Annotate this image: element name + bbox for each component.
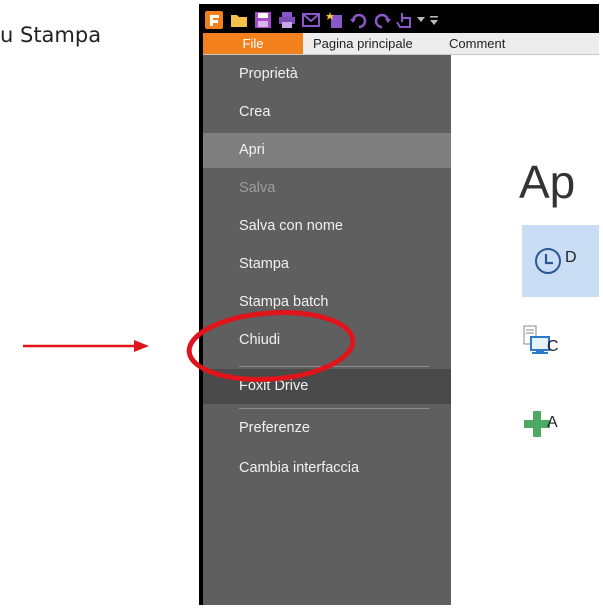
- annotation-overlay: [23, 310, 356, 382]
- red-arrow: [23, 340, 149, 352]
- red-circle: [186, 310, 356, 382]
